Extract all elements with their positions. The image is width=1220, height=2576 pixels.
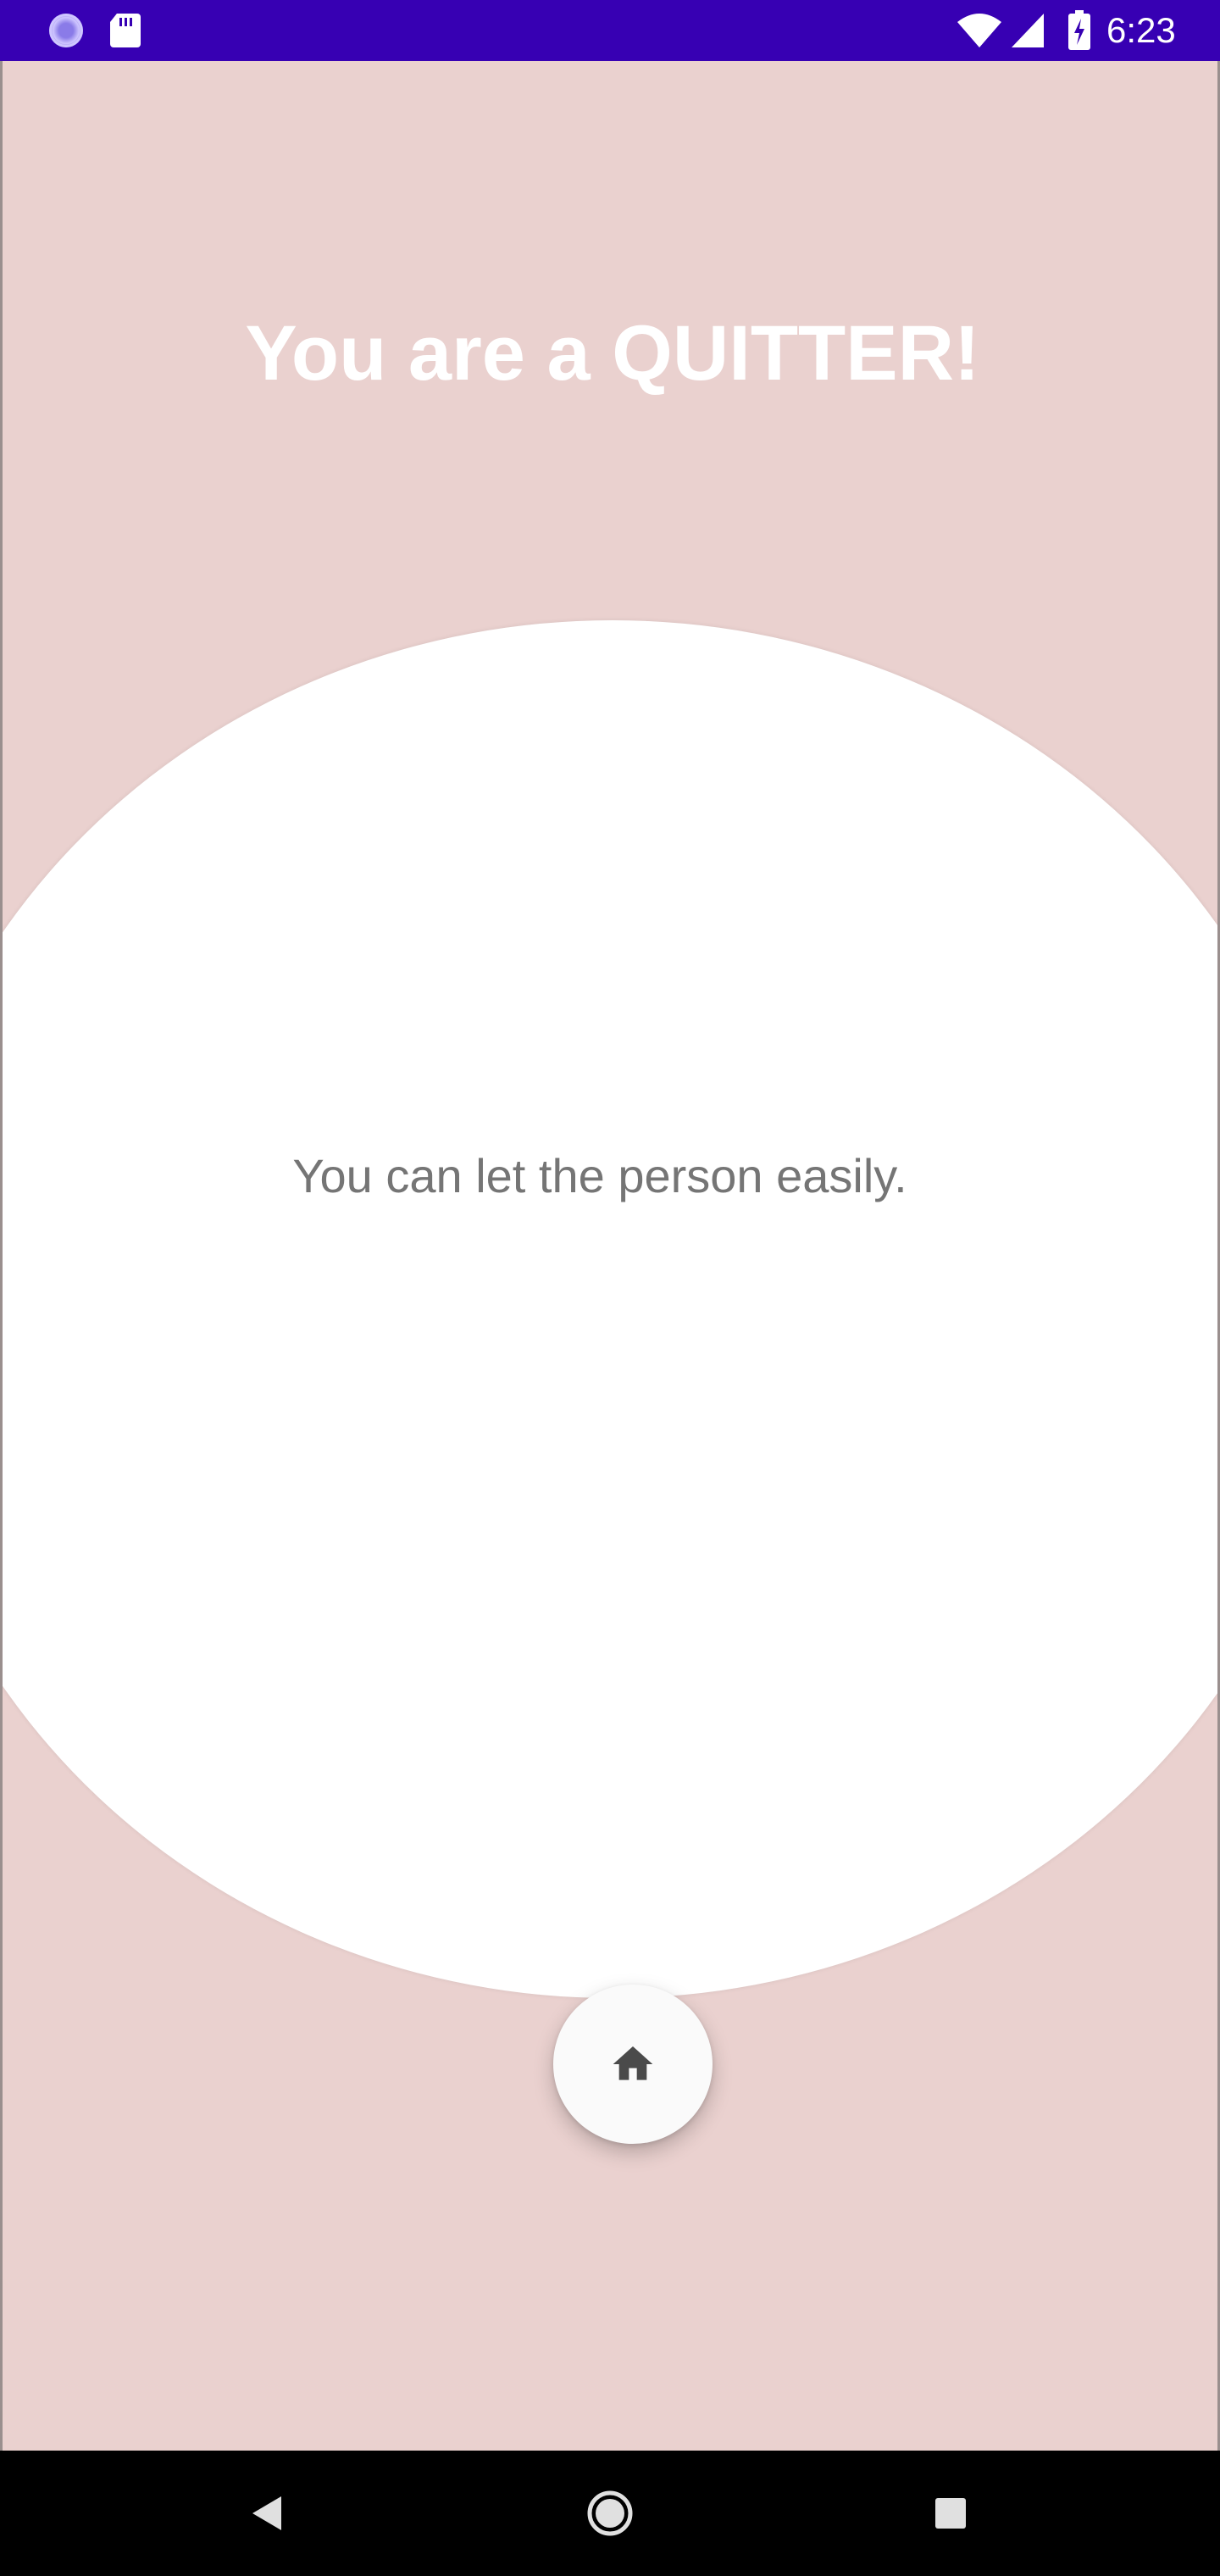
cell-signal-icon xyxy=(1012,14,1044,47)
wifi-icon xyxy=(957,14,1001,47)
home-nav-button[interactable] xyxy=(576,2479,644,2547)
status-bar: 6:23 xyxy=(0,0,1220,61)
home-icon xyxy=(613,2046,653,2080)
result-message: You can let the person easily. xyxy=(292,1149,907,1202)
home-circle-icon xyxy=(587,2490,633,2536)
result-screen: You are a QUITTER! You can let the perso… xyxy=(0,61,1220,2451)
sd-card-icon xyxy=(110,14,141,47)
message-card xyxy=(3,620,1217,1998)
app-notification-icon xyxy=(49,14,83,47)
navigation-bar xyxy=(0,2451,1220,2576)
recents-icon xyxy=(935,2498,966,2529)
home-button[interactable] xyxy=(553,1985,713,2144)
battery-charging-icon xyxy=(1068,10,1090,50)
page-title: You are a QUITTER! xyxy=(245,310,980,397)
back-button[interactable] xyxy=(234,2479,302,2547)
back-icon xyxy=(252,2496,281,2530)
screen: 6:23 You are a QUITTER! You can let the … xyxy=(0,0,1220,2576)
clock: 6:23 xyxy=(1106,10,1176,50)
recents-button[interactable] xyxy=(917,2479,984,2547)
